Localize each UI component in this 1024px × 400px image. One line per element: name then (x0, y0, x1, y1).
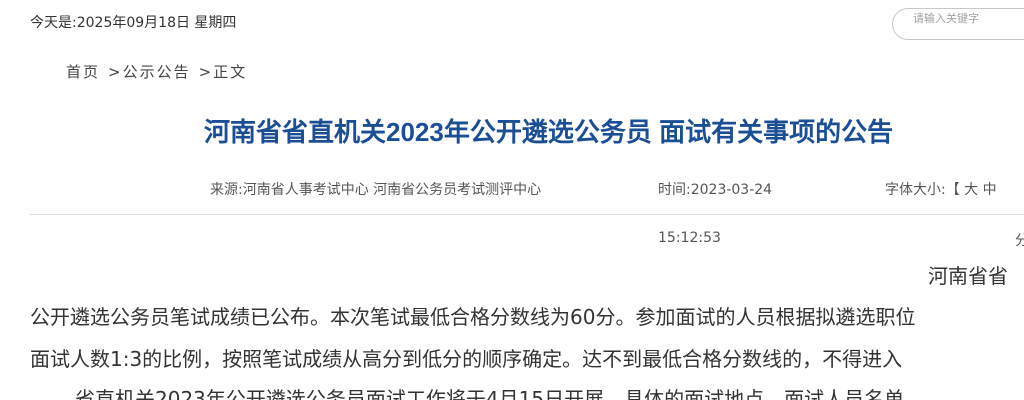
divider (30, 214, 1024, 215)
article-body-line: 省直机关2023年公开遴选公务员面试工作将于4月15日开展。具体的面试地点、面试… (75, 387, 905, 400)
breadcrumb: 首页 > 公示公告 > 正文 (66, 61, 247, 82)
article-body-heading: 河南省省 (928, 264, 1008, 288)
article-time: 15:12:53 (658, 230, 721, 246)
breadcrumb-home-link[interactable]: 首页 (66, 61, 100, 82)
breadcrumb-announcements-link[interactable]: 公示公告 (123, 61, 191, 82)
article-body-line: 面试人数1:3的比例，按照笔试成绩从高分到低分的顺序确定。达不到最低合格分数线的… (30, 347, 903, 371)
cut-off-text: 分 (1015, 233, 1024, 249)
page: 今天是:2025年09月18日 星期四 首页>公示公告>正文 河南省省直机关20… (0, 0, 1024, 400)
breadcrumb-current: 正文 (213, 63, 248, 81)
font-size-controls[interactable]: 字体大小:【 大 中 (885, 179, 997, 199)
search-box[interactable] (892, 8, 1024, 40)
search-input[interactable] (913, 11, 1024, 25)
article-source: 来源:河南省人事考试中心 河南省公务员考试测评中心 (210, 182, 542, 198)
current-date: 今天是:2025年09月18日 星期四 (30, 15, 237, 31)
article-body-line: 公开遴选公务员笔试成绩已公布。本次笔试最低合格分数线为60分。参加面试的人员根据… (30, 305, 916, 329)
article-title: 河南省省直机关2023年公开遴选公务员 面试有关事项的公告 (204, 117, 894, 147)
breadcrumb-separator: > (108, 63, 121, 81)
breadcrumb-separator: > (198, 63, 212, 81)
article-date: 时间:2023-03-24 (658, 182, 773, 198)
